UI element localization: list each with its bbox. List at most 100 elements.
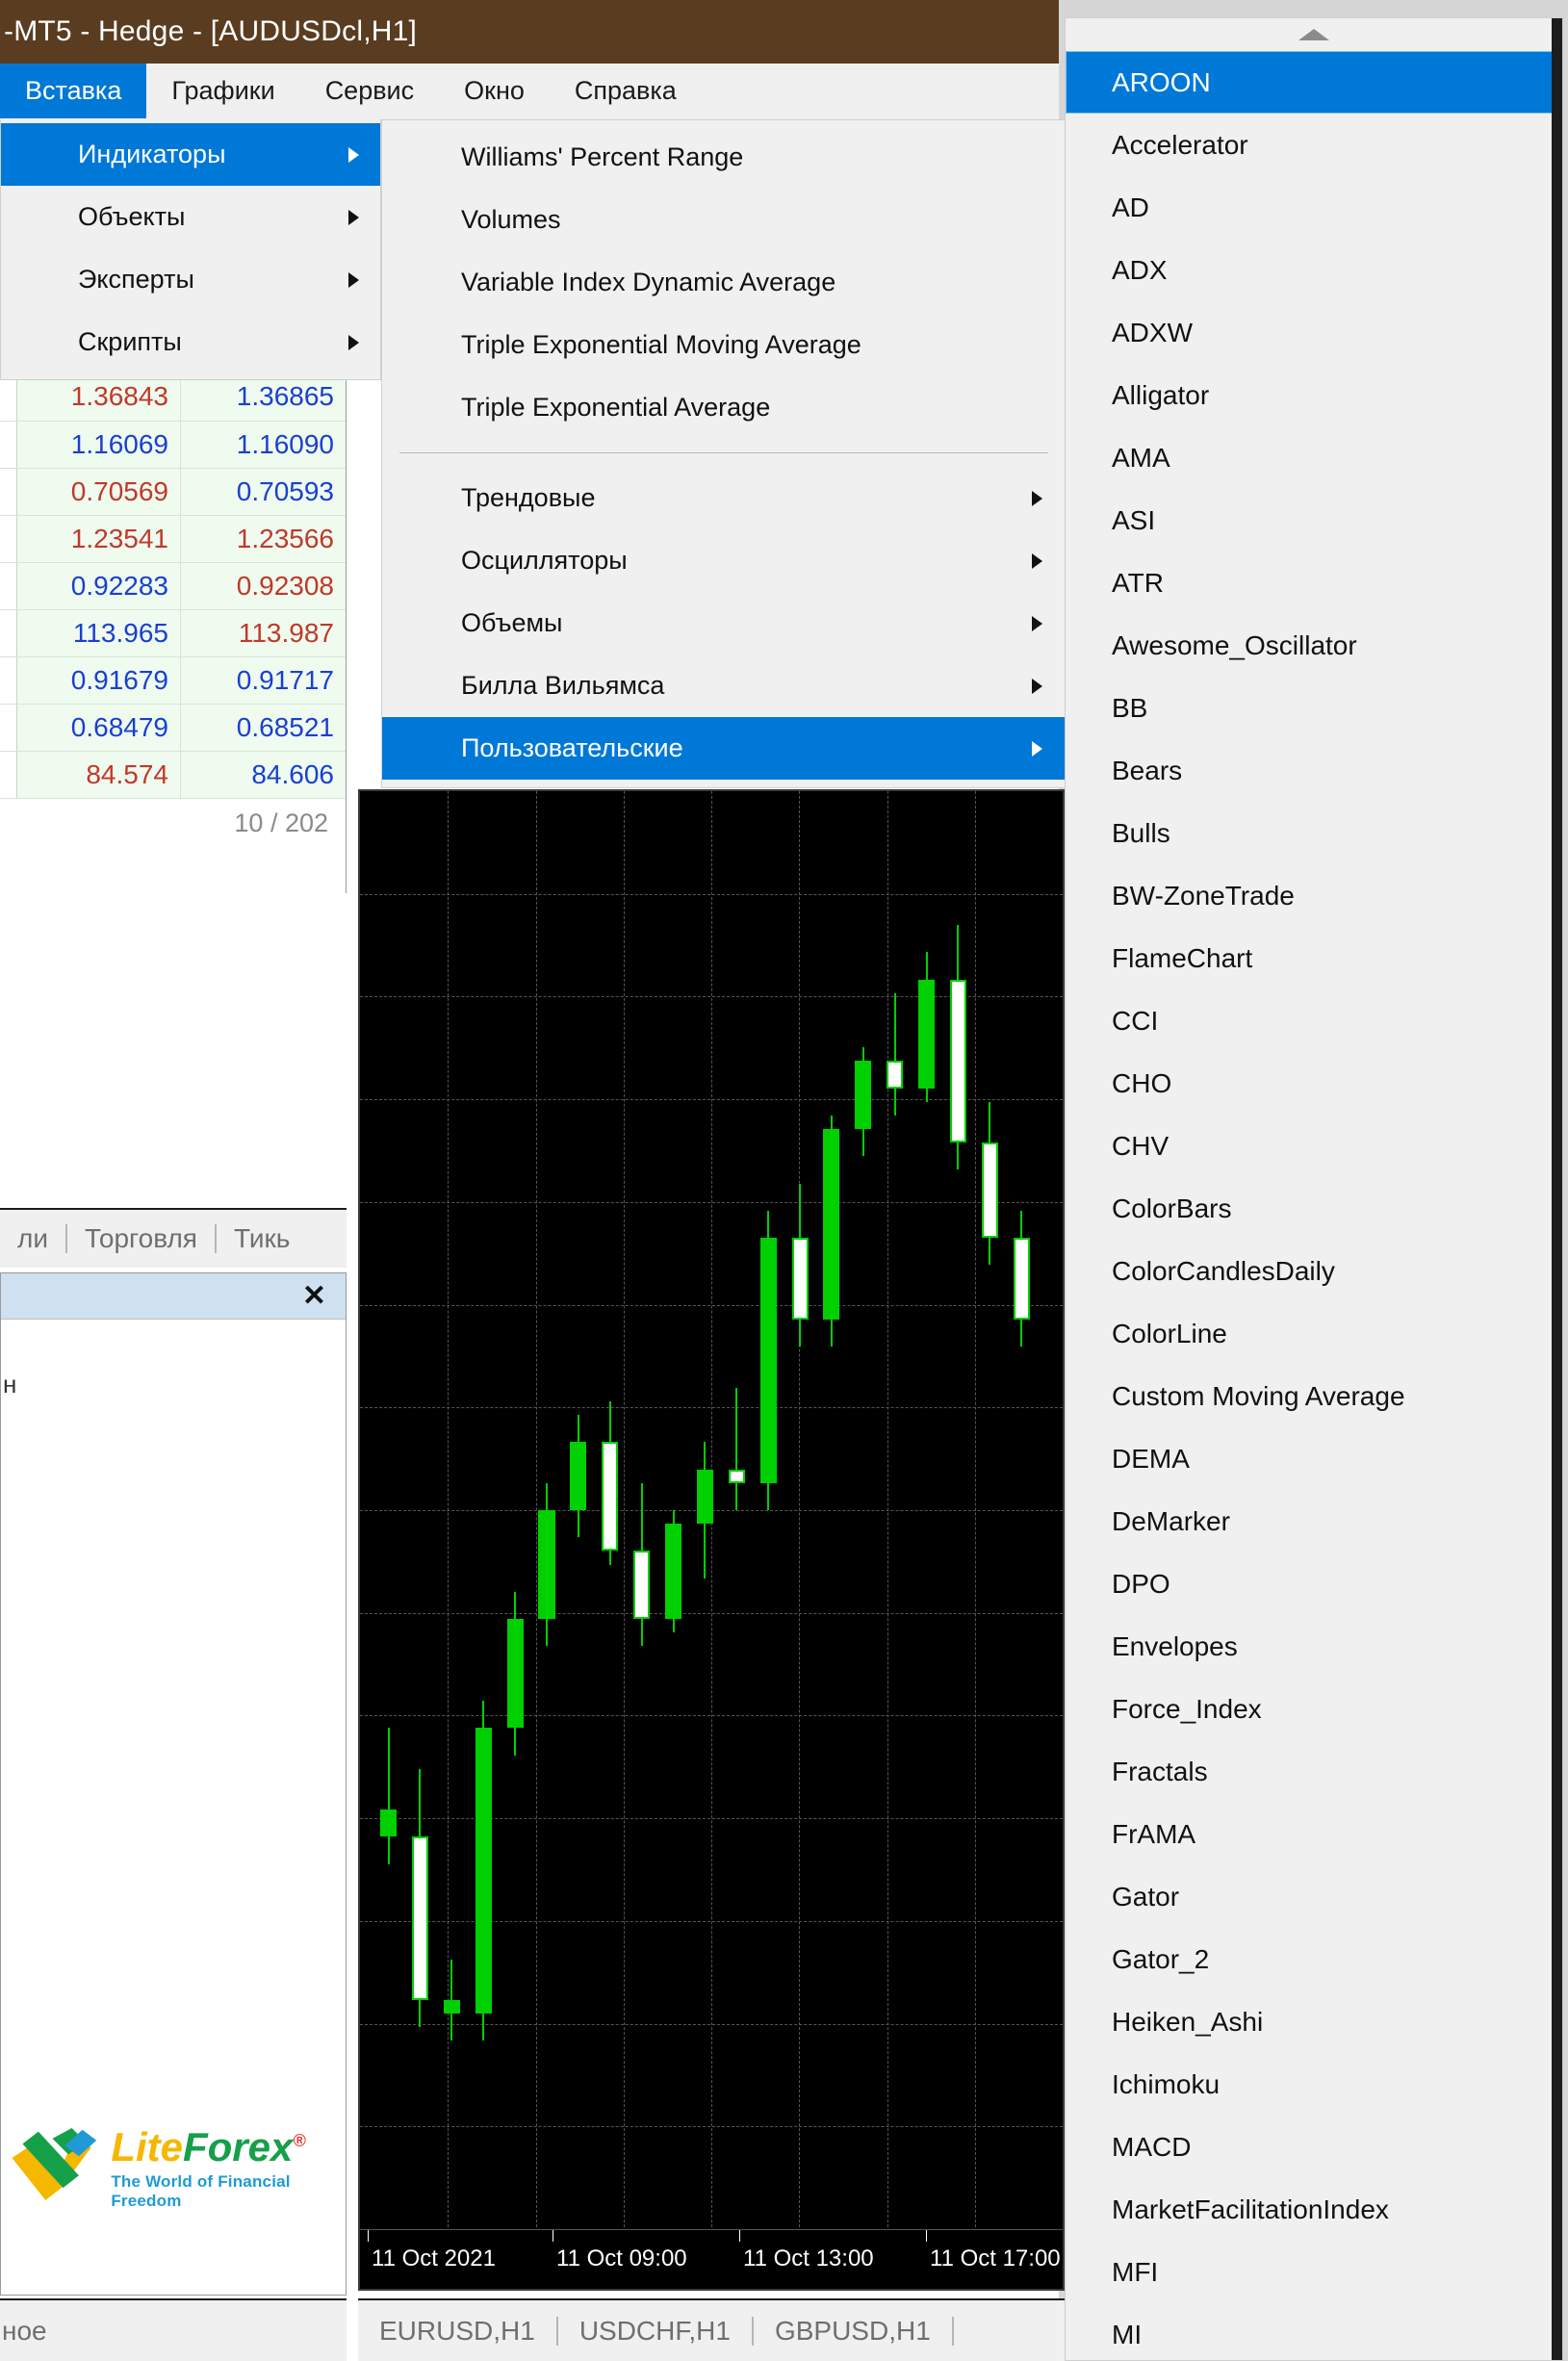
custom-indicator-item-13[interactable]: BW-ZoneTrade: [1066, 864, 1562, 927]
candlestick: [664, 791, 682, 2229]
left-tab-0[interactable]: ли: [0, 1223, 65, 1254]
left-tab-2[interactable]: Тикь: [217, 1223, 307, 1254]
indicators-menu-item-1[interactable]: Volumes: [382, 189, 1066, 251]
ask-price: 0.70593: [180, 468, 346, 516]
custom-indicator-label: ADXW: [1112, 317, 1193, 347]
custom-indicator-item-25[interactable]: Envelopes: [1066, 1615, 1562, 1678]
candle-wick: [893, 992, 896, 1116]
indicators-menu-item-10[interactable]: Пользовательские: [382, 717, 1066, 780]
custom-indicator-item-19[interactable]: ColorCandlesDaily: [1066, 1240, 1562, 1302]
bid-price: 0.91679: [16, 656, 181, 705]
logo-forex-text: Forex: [183, 2123, 294, 2169]
indicators-menu-item-2[interactable]: Variable Index Dynamic Average: [382, 251, 1066, 314]
custom-indicator-item-6[interactable]: AMA: [1066, 426, 1562, 489]
custom-indicator-label: ASI: [1112, 504, 1156, 535]
custom-indicator-item-26[interactable]: Force_Index: [1066, 1678, 1562, 1740]
left-tab-1[interactable]: Торговля: [67, 1223, 215, 1254]
custom-indicator-item-35[interactable]: MFI: [1066, 2241, 1562, 2303]
custom-indicator-item-7[interactable]: ASI: [1066, 489, 1562, 552]
custom-indicator-item-5[interactable]: Alligator: [1066, 364, 1562, 426]
candle-body: [949, 979, 967, 1143]
custom-indicator-label: Custom Moving Average: [1112, 1380, 1405, 1411]
custom-indicator-item-14[interactable]: FlameChart: [1066, 927, 1562, 989]
menubar-item-2[interactable]: Сервис: [300, 64, 439, 118]
sub-window-header: ✕: [1, 1273, 346, 1320]
menubar-item-0[interactable]: Вставка: [0, 64, 147, 118]
custom-indicator-item-31[interactable]: Heiken_Ashi: [1066, 1990, 1562, 2053]
market-watch-row[interactable]: 0.70569 0.70593: [0, 468, 346, 516]
row-gutter: [0, 704, 18, 752]
custom-indicator-item-3[interactable]: ADX: [1066, 239, 1562, 301]
custom-indicator-item-9[interactable]: Awesome_Oscillator: [1066, 614, 1562, 677]
custom-indicator-item-22[interactable]: DEMA: [1066, 1427, 1562, 1490]
candlestick: [981, 791, 998, 2229]
menubar-item-label: Графики: [171, 76, 275, 105]
custom-indicator-item-32[interactable]: Ichimoku: [1066, 2053, 1562, 2116]
custom-indicator-item-4[interactable]: ADXW: [1066, 301, 1562, 364]
indicators-menu-item-9[interactable]: Билла Вильямса: [382, 654, 1066, 717]
market-watch-row[interactable]: 1.23541 1.23566: [0, 515, 346, 563]
logo-tagline: The World of Financial Freedom: [111, 2171, 291, 2210]
indicators-menu-item-4[interactable]: Triple Exponential Average: [382, 376, 1066, 439]
indicators-menu-item-6[interactable]: Трендовые: [382, 467, 1066, 529]
indicators-menu-item-7[interactable]: Осцилляторы: [382, 529, 1066, 592]
chart-tab-2[interactable]: GBPUSD,H1: [754, 2316, 952, 2347]
market-watch-row[interactable]: 1.36843 1.36865: [0, 373, 346, 422]
custom-indicator-item-30[interactable]: Gator_2: [1066, 1928, 1562, 1990]
bid-price: 113.965: [16, 609, 181, 657]
custom-indicator-item-23[interactable]: DeMarker: [1066, 1490, 1562, 1553]
chart-tab-1[interactable]: USDCHF,H1: [558, 2316, 752, 2347]
menu-scrollbar[interactable]: [1552, 18, 1562, 2360]
indicators-menu-item-label: Triple Exponential Moving Average: [461, 330, 861, 359]
custom-indicator-item-8[interactable]: ATR: [1066, 552, 1562, 614]
candle-body: [602, 1442, 619, 1552]
indicators-menu-item-3[interactable]: Triple Exponential Moving Average: [382, 314, 1066, 376]
custom-indicator-item-10[interactable]: BB: [1066, 677, 1562, 739]
custom-indicator-item-28[interactable]: FrAMA: [1066, 1803, 1562, 1865]
market-watch-row[interactable]: 1.16069 1.16090: [0, 421, 346, 469]
market-watch-row[interactable]: 0.68479 0.68521: [0, 704, 346, 752]
price-chart[interactable]: 11 Oct 2021 11 Oct 09:00 11 Oct 13:00 11 Oc…: [358, 789, 1065, 2291]
indicators-menu-item-label: Трендовые: [461, 483, 596, 512]
chart-tab-0[interactable]: EURUSD,H1: [358, 2316, 556, 2347]
insert-menu-item-3[interactable]: Скрипты: [1, 311, 380, 373]
ask-price: 0.92308: [180, 562, 346, 610]
custom-indicator-item-17[interactable]: CHV: [1066, 1115, 1562, 1177]
custom-indicator-item-29[interactable]: Gator: [1066, 1865, 1562, 1928]
custom-indicator-item-1[interactable]: Accelerator: [1066, 114, 1562, 176]
custom-indicator-item-34[interactable]: MarketFacilitationIndex: [1066, 2178, 1562, 2241]
custom-indicator-item-2[interactable]: AD: [1066, 176, 1562, 239]
insert-menu-item-2[interactable]: Эксперты: [1, 248, 380, 311]
market-watch-row[interactable]: 113.965 113.987: [0, 609, 346, 657]
menubar-item-1[interactable]: Графики: [146, 64, 299, 118]
candle-body: [664, 1524, 682, 1620]
custom-indicator-item-24[interactable]: DPO: [1066, 1553, 1562, 1615]
custom-indicator-item-33[interactable]: MACD: [1066, 2116, 1562, 2178]
menubar-item-3[interactable]: Окно: [439, 64, 550, 118]
custom-indicator-item-18[interactable]: ColorBars: [1066, 1177, 1562, 1240]
menubar-item-4[interactable]: Справка: [550, 64, 702, 118]
market-watch-row[interactable]: 84.574 84.606: [0, 751, 346, 799]
custom-indicator-item-21[interactable]: Custom Moving Average: [1066, 1365, 1562, 1427]
insert-menu-item-0[interactable]: Индикаторы: [1, 123, 380, 186]
custom-indicator-item-15[interactable]: CCI: [1066, 989, 1562, 1052]
bid-price: 0.68479: [16, 704, 181, 752]
custom-indicator-item-20[interactable]: ColorLine: [1066, 1302, 1562, 1365]
close-icon[interactable]: ✕: [296, 1281, 332, 1311]
custom-indicator-label: Bulls: [1112, 817, 1170, 848]
indicators-menu-item-0[interactable]: Williams' Percent Range: [382, 126, 1066, 189]
custom-indicator-item-0[interactable]: AROON: [1066, 51, 1562, 114]
custom-indicator-item-16[interactable]: CHO: [1066, 1052, 1562, 1115]
candlestick: [696, 791, 713, 2229]
custom-indicator-label: AD: [1112, 192, 1149, 222]
custom-indicator-item-27[interactable]: Fractals: [1066, 1740, 1562, 1803]
scroll-up-button[interactable]: [1066, 18, 1562, 51]
indicators-menu-item-8[interactable]: Объемы: [382, 592, 1066, 654]
custom-indicator-label: DPO: [1112, 1568, 1170, 1599]
insert-menu-item-1[interactable]: Объекты: [1, 186, 380, 248]
custom-indicator-item-36[interactable]: MI: [1066, 2303, 1562, 2360]
market-watch-row[interactable]: 0.91679 0.91717: [0, 656, 346, 705]
market-watch-row[interactable]: 0.92283 0.92308: [0, 562, 346, 610]
custom-indicator-item-12[interactable]: Bulls: [1066, 802, 1562, 864]
custom-indicator-item-11[interactable]: Bears: [1066, 739, 1562, 802]
